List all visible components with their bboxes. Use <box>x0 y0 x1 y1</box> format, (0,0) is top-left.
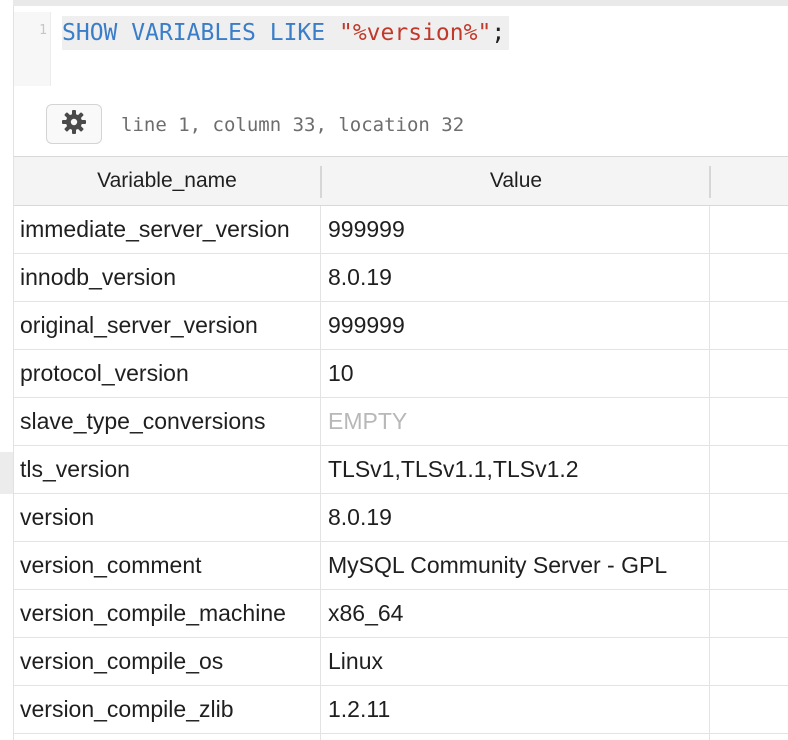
cell-value[interactable]: MySQL Community Server - GPL <box>328 542 708 589</box>
table-row[interactable]: protocol_version 10 <box>14 350 788 398</box>
table-row[interactable]: version_comment MySQL Community Server - … <box>14 542 788 590</box>
table-row[interactable]: version_compile_zlib 1.2.11 <box>14 686 788 734</box>
sql-editor[interactable]: 1 SHOW VARIABLES LIKE "%version%"; line <box>14 6 788 156</box>
cell-value[interactable]: 999999 <box>328 302 708 349</box>
cell-variable-name[interactable]: version_compile_machine <box>20 590 320 637</box>
table-row[interactable]: original_server_version 999999 <box>14 302 788 350</box>
line-number: 1 <box>39 23 47 38</box>
cell-variable-name[interactable]: tls_version <box>20 446 320 493</box>
table-row[interactable]: version 8.0.19 <box>14 494 788 542</box>
cell-variable-name[interactable]: version_comment <box>20 542 320 589</box>
cell-variable-name[interactable]: original_server_version <box>20 302 320 349</box>
cell-value[interactable]: EMPTY <box>328 398 708 445</box>
cell-value[interactable]: 8.0.19 <box>328 254 708 301</box>
cell-value[interactable]: 10 <box>328 350 708 397</box>
row-selection-marker <box>0 452 13 494</box>
cell-value[interactable]: 1.2.11 <box>328 686 708 733</box>
column-divider <box>320 206 321 740</box>
cell-variable-name[interactable]: slave_type_conversions <box>20 398 320 445</box>
table-row[interactable]: immediate_server_version 999999 <box>14 206 788 254</box>
cell-value[interactable]: TLSv1,TLSv1.1,TLSv1.2 <box>328 446 708 493</box>
cell-variable-name[interactable]: innodb_version <box>20 254 320 301</box>
cell-variable-name[interactable]: version <box>20 494 320 541</box>
column-resize-handle[interactable] <box>709 166 711 198</box>
cell-value[interactable]: Linux <box>328 638 708 685</box>
cell-value[interactable]: 999999 <box>328 206 708 253</box>
table-row[interactable]: innodb_version 8.0.19 <box>14 254 788 302</box>
grid-header: Variable_name Value <box>14 156 788 206</box>
cell-value[interactable]: x86_64 <box>328 590 708 637</box>
column-header-variable-name[interactable]: Variable_name <box>14 157 320 205</box>
column-divider <box>709 206 710 740</box>
cell-variable-name[interactable]: version_compile_zlib <box>20 686 320 733</box>
cell-variable-name[interactable]: immediate_server_version <box>20 206 320 253</box>
cursor-position-status: line 1, column 33, location 32 <box>121 114 465 136</box>
gear-icon <box>60 108 88 141</box>
keyword-like: LIKE <box>269 20 326 46</box>
results-grid[interactable]: Variable_name Value immediate_server_ver… <box>14 156 788 740</box>
settings-button[interactable] <box>46 104 102 144</box>
query-string-literal: "%version%" <box>338 20 492 46</box>
keyword-show: SHOW <box>62 20 118 46</box>
table-row[interactable]: version_compile_os Linux <box>14 638 788 686</box>
left-panel-edge <box>0 0 13 740</box>
cell-variable-name[interactable]: protocol_version <box>20 350 320 397</box>
cell-value[interactable]: 8.0.19 <box>328 494 708 541</box>
column-header-value[interactable]: Value <box>322 157 710 205</box>
table-row[interactable]: version_compile_machine x86_64 <box>14 590 788 638</box>
table-row[interactable]: tls_version TLSv1,TLSv1.1,TLSv1.2 <box>14 446 788 494</box>
keyword-variables: VARIABLES <box>131 20 256 46</box>
query-terminator: ; <box>491 20 506 46</box>
query-line[interactable]: SHOW VARIABLES LIKE "%version%"; <box>62 16 510 50</box>
table-row[interactable]: slave_type_conversions EMPTY <box>14 398 788 446</box>
cell-variable-name[interactable]: version_compile_os <box>20 638 320 685</box>
